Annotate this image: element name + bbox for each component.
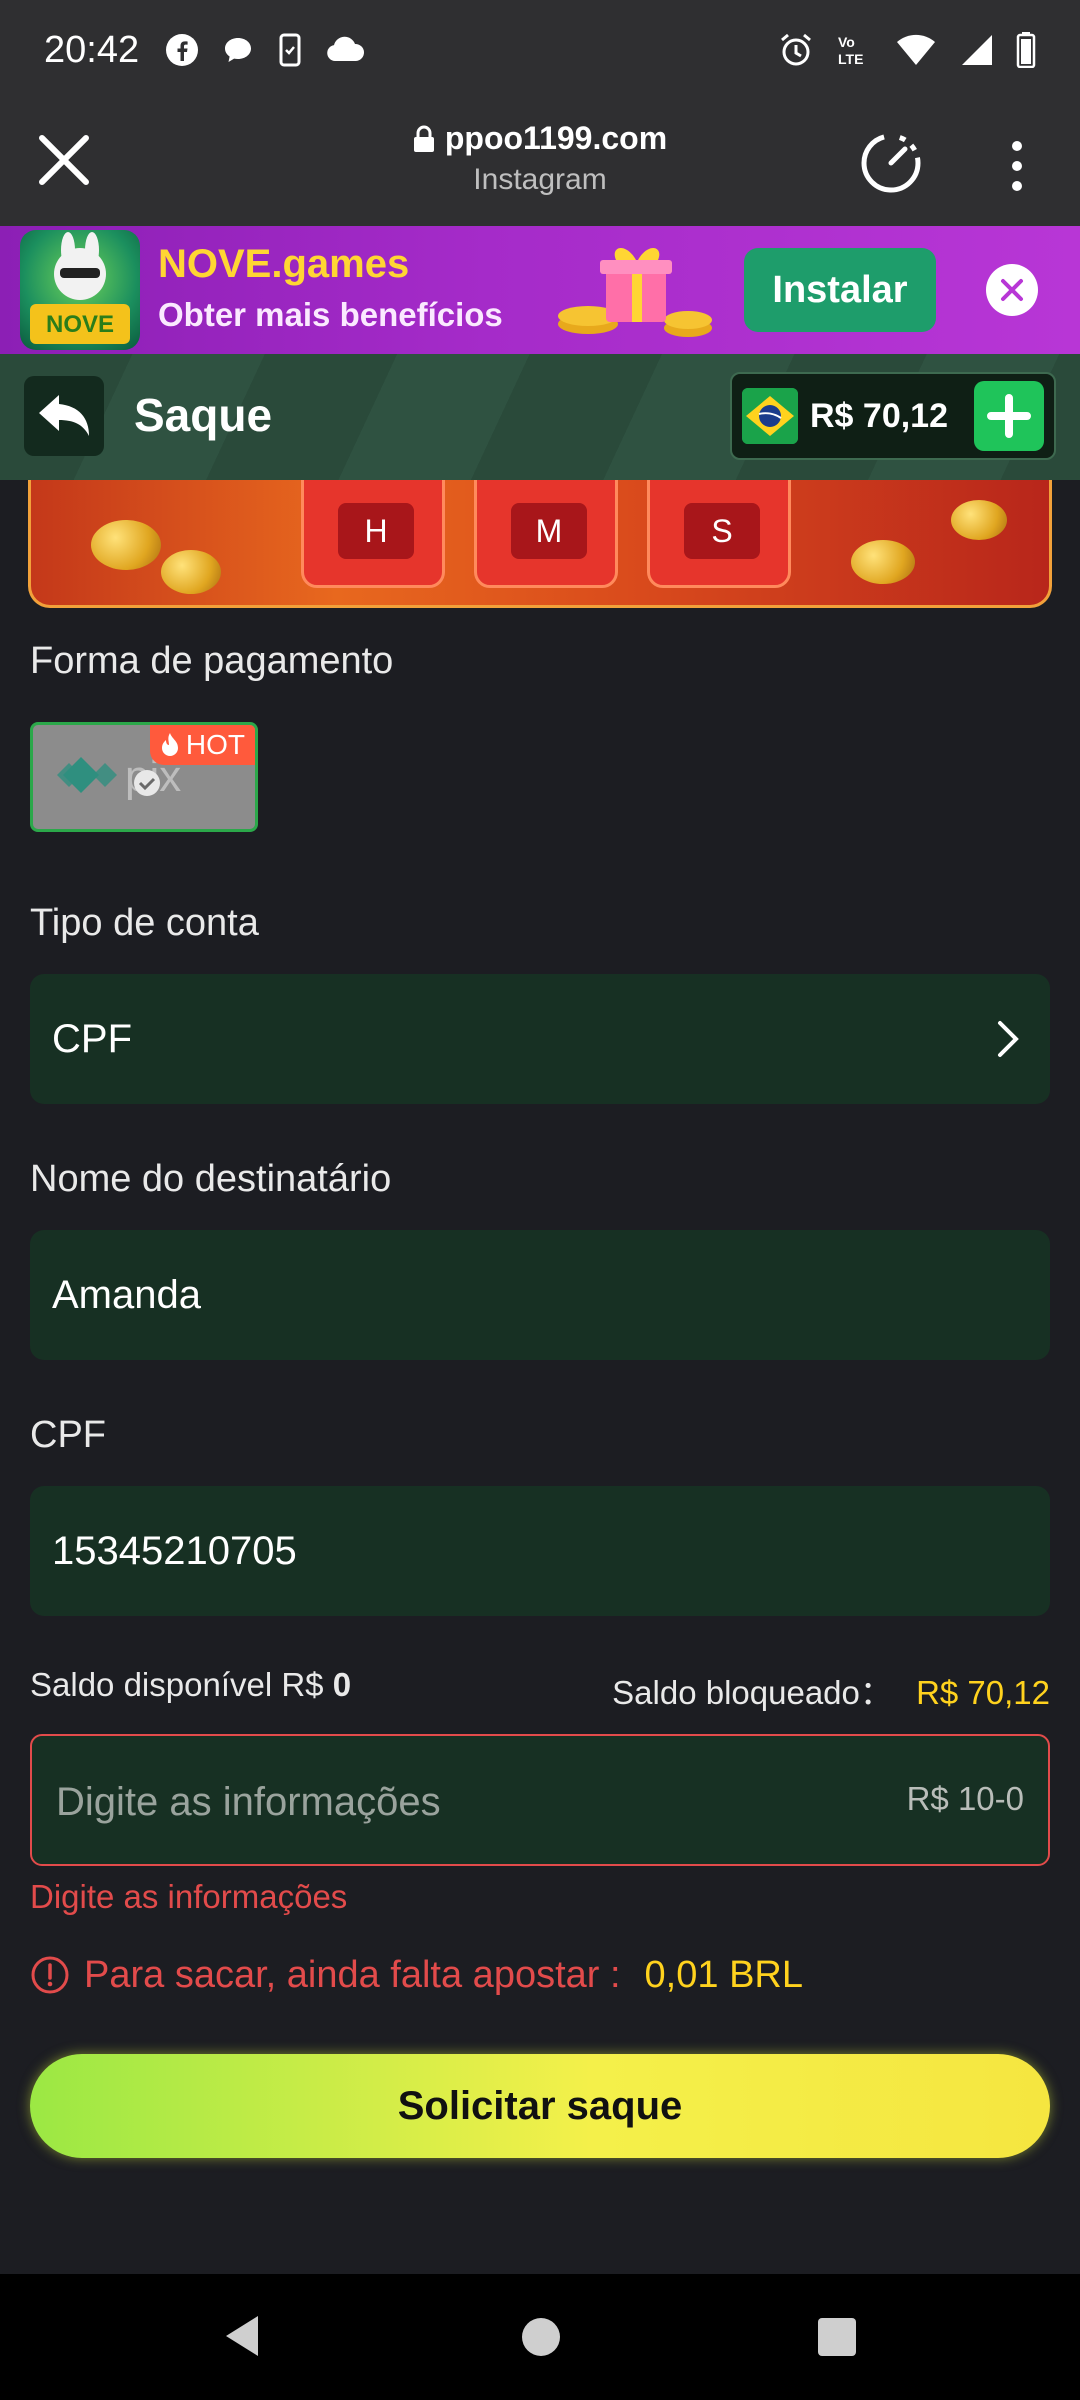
amount-range: R$ 10-0: [906, 1780, 1024, 1817]
banner-subtitle: Obter mais benefícios: [158, 296, 503, 333]
wifi-icon: [897, 34, 935, 65]
cpf-label: CPF: [30, 1414, 106, 1456]
speedometer-icon[interactable]: [858, 130, 924, 196]
install-button[interactable]: Instalar: [744, 248, 936, 332]
volte-icon: VoLTE: [838, 34, 863, 67]
nove-games-logo: NOVE: [20, 230, 140, 350]
status-bar: 20:42 Vo LTE: [0, 0, 1080, 100]
phone-clipboard-icon: [279, 33, 301, 67]
balance-amount: R$ 70,12: [810, 396, 948, 435]
available-balance-label: Saldo disponível R$: [30, 1666, 324, 1703]
close-icon: [1001, 279, 1023, 301]
cpf-value: 15345210705: [52, 1528, 297, 1573]
available-balance: Saldo disponível R$ 0: [30, 1666, 351, 1704]
coin-decoration: [91, 520, 161, 570]
account-type-label: Tipo de conta: [30, 902, 259, 944]
more-options-icon[interactable]: [1000, 138, 1034, 194]
nav-home-icon[interactable]: [522, 2318, 560, 2356]
banner-title: NOVE.games: [158, 242, 410, 286]
nav-recents-icon[interactable]: [818, 2318, 856, 2356]
blocked-balance-label: Saldo bloqueado：: [612, 1674, 893, 1711]
request-withdrawal-button[interactable]: Solicitar saque: [30, 2054, 1050, 2158]
recipient-name-field[interactable]: Amanda: [30, 1230, 1050, 1360]
pix-payment-option[interactable]: pix HOT: [30, 722, 258, 832]
account-type-value: CPF: [52, 1016, 132, 1061]
url-text: ppoo1199.com: [444, 120, 668, 156]
alert-circle-icon: [31, 1956, 69, 1994]
promo-banner[interactable]: H M S: [28, 480, 1052, 608]
timer-hours: H: [301, 480, 445, 588]
chevron-right-icon: [998, 1021, 1019, 1057]
banner-close-button[interactable]: [986, 264, 1038, 316]
recipient-name-value: Amanda: [52, 1272, 201, 1317]
status-time: 20:42: [44, 28, 140, 71]
hot-badge: HOT: [149, 725, 255, 765]
cpf-field[interactable]: 15345210705: [30, 1486, 1050, 1616]
blocked-balance-value: R$ 70,12: [916, 1674, 1050, 1711]
coin-decoration: [951, 500, 1007, 540]
back-arrow-icon: [39, 395, 89, 436]
blocked-balance: Saldo bloqueado： R$ 70,12: [612, 1666, 1050, 1714]
warning-text: Para sacar, ainda falta apostar :: [84, 1953, 621, 1996]
cloud-icon: [327, 36, 365, 61]
lock-icon: [413, 125, 434, 152]
svg-text:Vo: Vo: [838, 34, 855, 50]
battery-icon: [1016, 32, 1036, 68]
account-type-select[interactable]: CPF: [30, 974, 1050, 1104]
app-header: Saque R$ 70,12: [0, 354, 1080, 480]
alarm-icon: [781, 33, 811, 66]
page-title: Saque: [134, 389, 273, 441]
timer-seconds: S: [647, 480, 791, 588]
url-area[interactable]: ppoo1199.com Instagram: [300, 120, 780, 197]
payment-method-label: Forma de pagamento: [30, 640, 394, 682]
validation-error: Digite as informações: [30, 1878, 348, 1915]
nav-back-icon[interactable]: [222, 2314, 262, 2358]
svg-text:NOVE: NOVE: [46, 311, 114, 338]
balance-row: Saldo disponível R$ 0 Saldo bloqueado： R…: [30, 1662, 1050, 1712]
recipient-name-label: Nome do destinatário: [30, 1158, 392, 1200]
plus-icon: [987, 394, 1031, 438]
withdraw-amount-field: R$ 10-0: [30, 1734, 1050, 1866]
system-nav-bar: [0, 2274, 1080, 2400]
hot-badge-label: HOT: [185, 729, 245, 760]
coin-decoration: [161, 550, 221, 594]
gift-coins-icon: [558, 247, 712, 337]
back-button[interactable]: [24, 376, 104, 456]
deposit-button[interactable]: [974, 381, 1044, 451]
install-banner: NOVE NOVE.games Obter mais benefícios In…: [0, 226, 1080, 354]
close-icon[interactable]: [36, 132, 92, 188]
available-balance-value: 0: [332, 1666, 352, 1703]
brazil-flag-icon: [742, 388, 798, 444]
timer-minutes: M: [474, 480, 618, 588]
facebook-icon: [166, 34, 199, 66]
bet-requirement-warning: Para sacar, ainda falta apostar : 0,01 B…: [30, 1950, 803, 2000]
flame-icon: [161, 733, 178, 756]
chat-bubble-icon: [225, 38, 252, 62]
coin-decoration: [851, 540, 915, 584]
balance-pill: R$ 70,12: [730, 372, 1056, 460]
timer-unit-label: M: [511, 503, 587, 559]
withdraw-amount-input[interactable]: [56, 1772, 816, 1832]
timer-unit-label: S: [684, 503, 760, 559]
warning-value: 0,01 BRL: [644, 1953, 803, 1996]
timer-unit-label: H: [338, 503, 414, 559]
svg-text:LTE: LTE: [838, 51, 863, 67]
signal-icon: [962, 35, 992, 65]
referrer-text: Instagram: [473, 163, 607, 196]
